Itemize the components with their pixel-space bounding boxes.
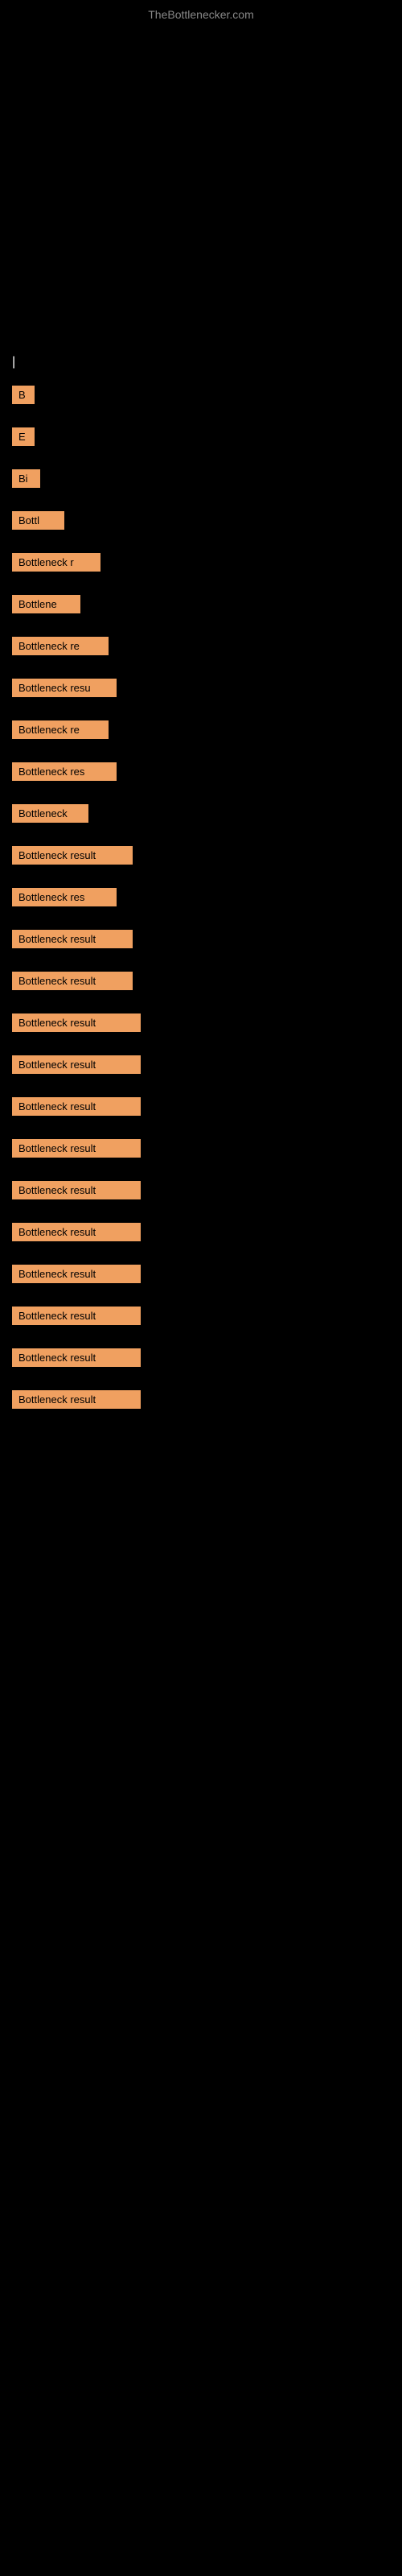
result-row[interactable]: Bottleneck result [12,930,390,962]
bottleneck-result-badge[interactable]: Bottleneck r [12,553,100,572]
result-row[interactable]: Bottleneck result [12,846,390,878]
result-row[interactable]: Bottleneck res [12,888,390,920]
result-row[interactable]: Bottleneck r [12,553,390,585]
result-row[interactable]: Bottleneck result [12,1139,390,1171]
result-row[interactable]: Bottleneck resu [12,679,390,711]
bottleneck-result-badge[interactable]: Bottleneck result [12,972,133,990]
bottleneck-result-badge[interactable]: Bottlene [12,595,80,613]
result-row[interactable]: Bi [12,469,390,502]
result-row[interactable]: Bottleneck re [12,637,390,669]
bottleneck-result-badge[interactable]: Bottleneck resu [12,679,117,697]
bottleneck-result-badge[interactable]: Bottleneck result [12,846,133,865]
result-row[interactable]: Bottleneck result [12,1390,390,1422]
result-row[interactable]: B [12,386,390,418]
bottleneck-result-badge[interactable]: Bottleneck re [12,637,109,655]
main-content: | B E Bi Bottl Bottleneck r Bottlene Bottlenec… [0,25,402,1440]
result-row[interactable]: Bottleneck re [12,720,390,753]
result-row[interactable]: E [12,427,390,460]
result-row[interactable]: Bottleneck result [12,1348,390,1381]
bottleneck-result-badge[interactable]: Bottleneck result [12,1307,141,1325]
bottleneck-result-badge[interactable]: Bottleneck result [12,1390,141,1409]
result-row[interactable]: Bottleneck result [12,1223,390,1255]
result-row[interactable]: Bottl [12,511,390,543]
site-title: TheBottlenecker.com [0,0,402,25]
bottleneck-result-badge[interactable]: Bottleneck result [12,1139,141,1158]
cursor-indicator: | [12,355,390,369]
result-row[interactable]: Bottleneck result [12,972,390,1004]
result-row[interactable]: Bottleneck result [12,1181,390,1213]
bottleneck-result-badge[interactable]: Bottleneck result [12,1181,141,1199]
bottleneck-result-badge[interactable]: Bi [12,469,40,488]
bottleneck-result-badge[interactable]: Bottleneck result [12,1265,141,1283]
bottleneck-result-badge[interactable]: Bottleneck result [12,1013,141,1032]
bottleneck-result-badge[interactable]: Bottleneck result [12,1055,141,1074]
result-row[interactable]: Bottleneck result [12,1055,390,1088]
bottleneck-result-badge[interactable]: Bottleneck result [12,1348,141,1367]
bottleneck-result-badge[interactable]: Bottleneck res [12,888,117,906]
bottleneck-result-badge[interactable]: B [12,386,35,404]
bottleneck-result-badge[interactable]: Bottleneck [12,804,88,823]
result-row[interactable]: Bottleneck res [12,762,390,795]
result-row[interactable]: Bottlene [12,595,390,627]
bottleneck-result-badge[interactable]: Bottleneck result [12,1223,141,1241]
bottleneck-result-badge[interactable]: E [12,427,35,446]
bottleneck-result-badge[interactable]: Bottl [12,511,64,530]
result-row[interactable]: Bottleneck result [12,1013,390,1046]
result-row[interactable]: Bottleneck result [12,1097,390,1129]
bottleneck-result-badge[interactable]: Bottleneck result [12,930,133,948]
result-row[interactable]: Bottleneck result [12,1265,390,1297]
bottleneck-result-badge[interactable]: Bottleneck result [12,1097,141,1116]
result-row[interactable]: Bottleneck [12,804,390,836]
bottleneck-result-badge[interactable]: Bottleneck re [12,720,109,739]
bottleneck-result-badge[interactable]: Bottleneck res [12,762,117,781]
result-row[interactable]: Bottleneck result [12,1307,390,1339]
results-list: B E Bi Bottl Bottleneck r Bottlene Bottleneck … [12,386,390,1422]
